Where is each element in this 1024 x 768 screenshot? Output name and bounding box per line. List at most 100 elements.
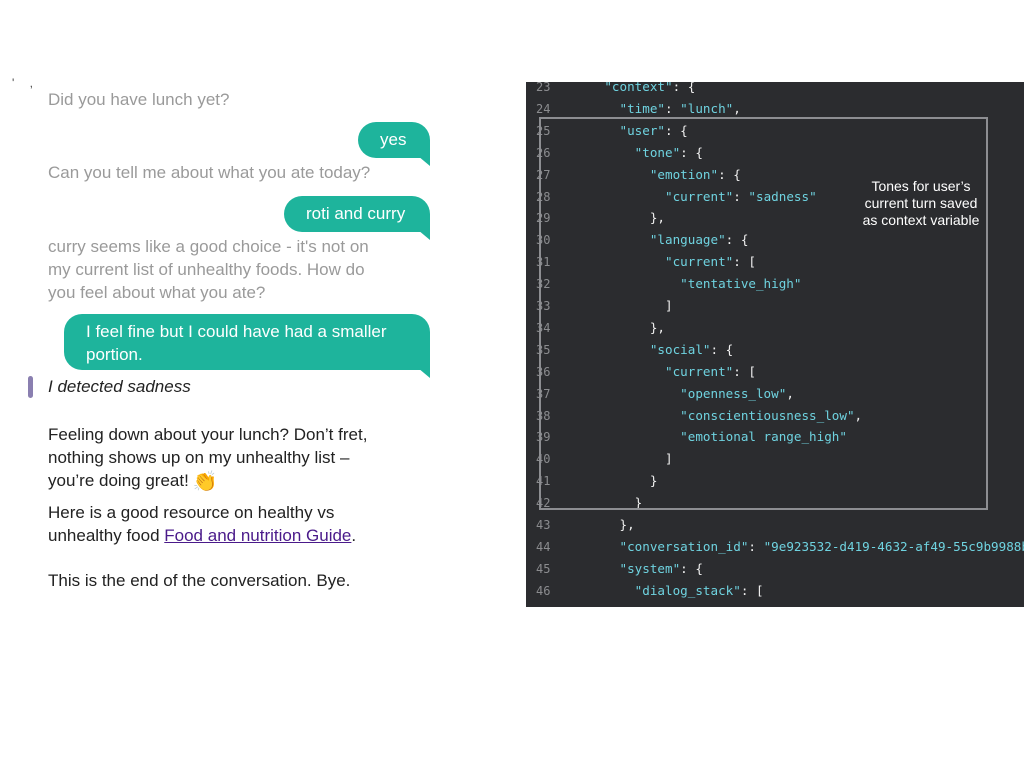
resource-suffix: . [351,526,357,545]
json-string: "sadness" [748,188,817,204]
detected-indicator-bar [28,376,33,398]
user-bubble-yes-text: yes [380,130,407,149]
line-number: 25 [536,123,551,138]
line-number: 40 [536,452,551,467]
clapping-hands-icon: 👏 [192,471,218,493]
json-punct: : { [680,144,703,160]
line-number: 43 [536,518,551,532]
code-line: 32 "tentative_high" [526,273,1024,295]
json-punct: : { [710,341,734,357]
bot-message-curry-line: my current list of unhealthy foods. How … [48,260,365,279]
code-line: 34 }, [526,317,1024,339]
json-key: "emotion" [649,166,719,182]
json-punct: : [733,188,749,204]
line-number: 35 [536,342,551,357]
line-number: 29 [536,211,551,226]
bot-message-resource: Here is a good resource on healthy vs un… [48,501,356,547]
json-punct: }, [649,319,665,335]
json-string: "9e923532-d419-4632-af49-55c9b9988b [763,538,1024,554]
json-punct: : { [718,166,741,182]
line-number: 33 [536,299,551,313]
code-line: 30 "language": { [526,229,1024,251]
json-string: "openness_low" [680,385,787,401]
code-line: 43 }, [526,514,1024,536]
json-string: "emotional range_high" [680,429,847,445]
bot-message-resource-line: unhealthy food Food and nutrition Guide. [48,524,356,547]
json-punct: : [ [733,363,756,379]
json-string: "tentative_high" [680,276,802,292]
food-guide-link[interactable]: Food and nutrition Guide [164,526,351,545]
bot-message-resource-line: Here is a good resource on healthy vs [48,503,335,522]
line-number: 31 [536,255,551,270]
line-number: 27 [536,167,551,182]
json-key: "current" [665,188,734,204]
stray-marks: ' , [12,76,39,90]
code-line: 23 "context": { [526,82,1024,98]
line-number: 26 [536,145,551,160]
line-number: 45 [536,561,551,576]
code-line: 25 "user": { [526,120,1024,142]
json-punct: : { [665,122,688,138]
json-string: "conscientiousness_low" [680,407,855,423]
json-code-panel[interactable]: 23 "context": {24 "time": "lunch", 25 "us… [526,82,1024,607]
json-punct: }, [649,210,665,226]
line-number: 30 [536,233,551,248]
json-key: "tone" [634,144,681,160]
code-line: 31 "current": [ [526,251,1024,273]
line-number: 36 [536,364,551,379]
detected-sadness-text: I detected sadness [48,377,191,396]
json-key: "conversation_id" [619,538,749,554]
bot-message-lunch: Did you have lunch yet? [48,90,230,109]
line-number: 38 [536,408,551,423]
bot-message-ask: Can you tell me about what you ate today… [48,163,371,182]
json-punct: ] [665,298,673,313]
line-number: 39 [536,430,551,445]
code-line: 40 ] [526,448,1024,470]
bot-message-curry: curry seems like a good choice - it's no… [48,235,369,304]
json-punct: , [733,100,741,116]
json-key: "current" [665,363,734,379]
json-string: "lunch" [680,100,734,116]
line-number: 46 [536,583,551,598]
json-key: "user" [619,122,666,138]
code-line: 36 "current": [ [526,361,1024,383]
json-key: "system" [619,560,681,576]
json-punct: : [ [740,582,764,598]
json-punct: : { [725,232,749,248]
resource-prefix: unhealthy food [48,526,165,545]
bot-message-curry-line: curry seems like a good choice - it's no… [48,237,369,256]
bot-message-bye: This is the end of the conversation. Bye… [48,571,351,590]
code-line: 45 "system": { [526,558,1024,580]
json-key: "current" [665,254,734,270]
tone-annotation-line: current turn saved [864,195,978,211]
json-key: "social" [649,341,711,357]
line-number: 41 [536,474,551,489]
line-number: 34 [536,320,551,335]
code-line: 35 "social": { [526,339,1024,361]
tone-annotation: Tones for user’s current turn saved as c… [852,178,990,229]
line-number: 23 [536,82,551,94]
json-punct: ] [665,451,673,467]
json-punct: , [786,385,794,401]
line-number: 44 [536,539,551,554]
